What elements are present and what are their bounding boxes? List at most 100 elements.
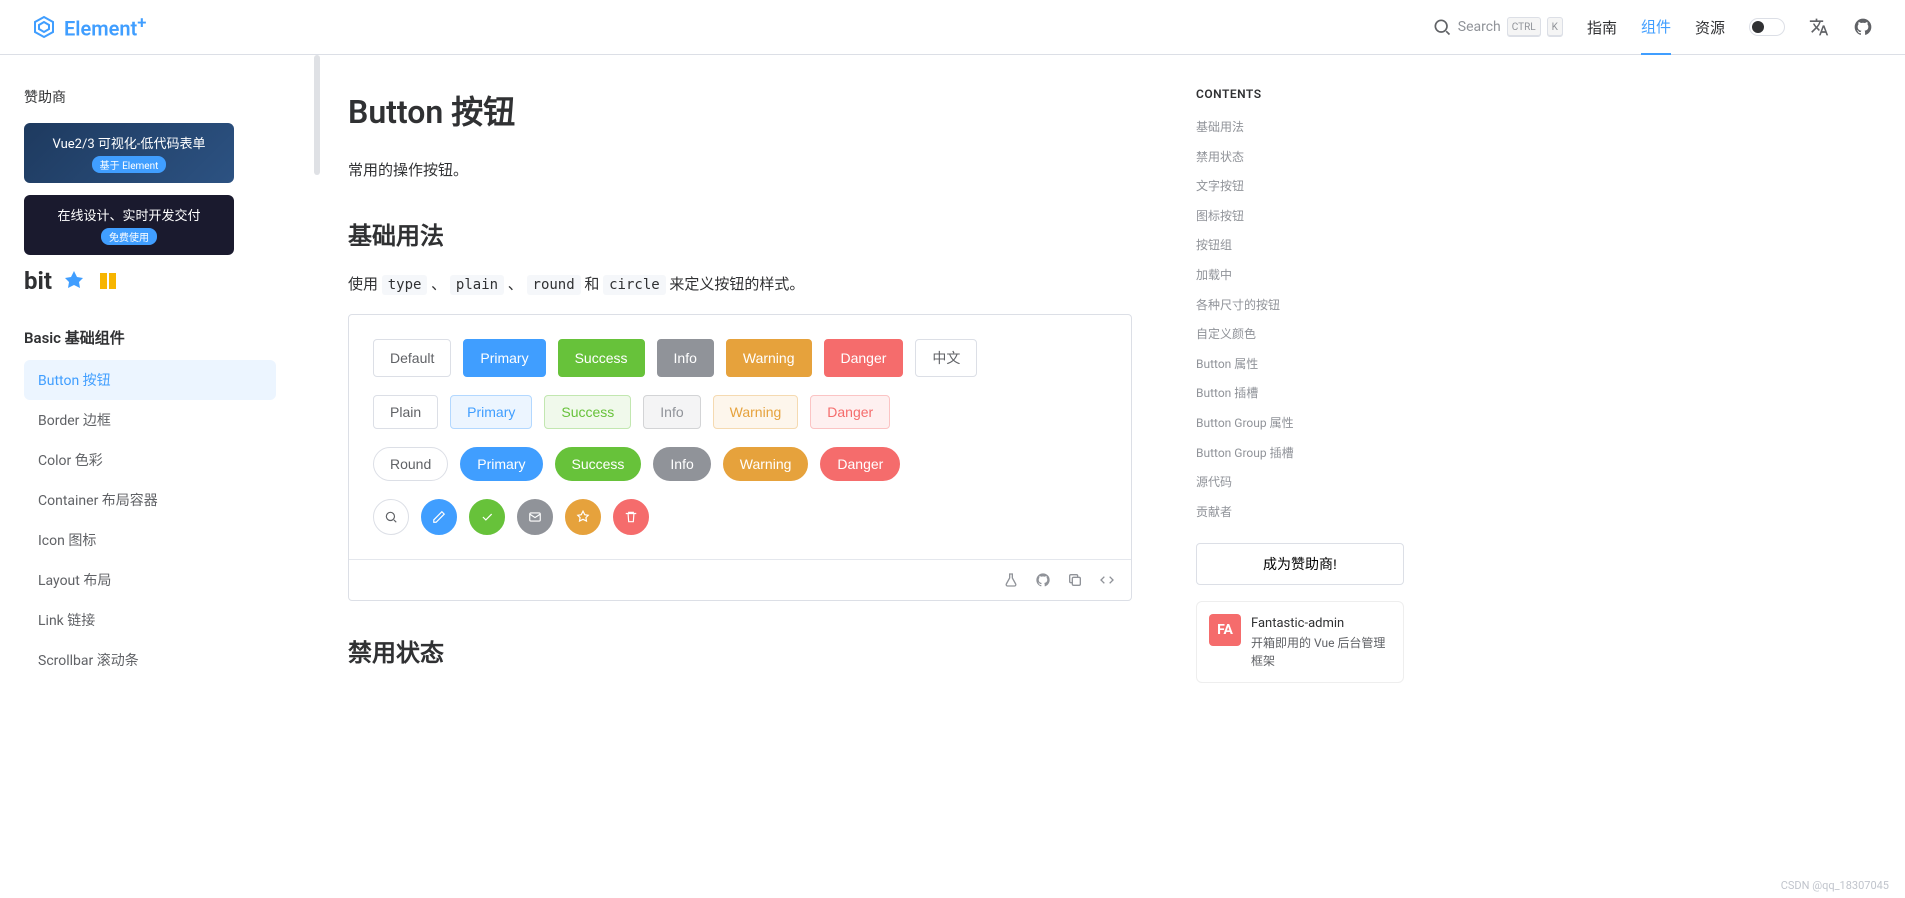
star-icon <box>576 510 590 524</box>
main-content: Button 按钮 常用的操作按钮。 基础用法 使用 type 、 plain … <box>300 55 1180 898</box>
btn-plain-danger[interactable]: Danger <box>810 395 890 429</box>
search-box[interactable]: Search CTRL K <box>1432 17 1563 37</box>
logo-text: Element <box>64 16 137 40</box>
sponsor-sub: 基于 Element <box>92 156 167 173</box>
btn-plain-primary[interactable]: Primary <box>450 395 532 429</box>
flask-icon[interactable] <box>1003 572 1019 588</box>
kbd-k: K <box>1547 17 1563 37</box>
btn-circle-check[interactable] <box>469 499 505 535</box>
btn-round-warning[interactable]: Warning <box>723 447 809 481</box>
btn-plain[interactable]: Plain <box>373 395 438 429</box>
btn-danger[interactable]: Danger <box>824 339 904 377</box>
button-row-default: Default Primary Success Info Warning Dan… <box>373 339 1107 377</box>
sidebar-item-icon[interactable]: Icon 图标 <box>24 520 276 560</box>
sponsor-sub: 免费使用 <box>101 228 157 245</box>
toc-link[interactable]: Button Group 插槽 <box>1196 439 1404 469</box>
btn-round-primary[interactable]: Primary <box>460 447 542 481</box>
sidebar-item-color[interactable]: Color 色彩 <box>24 440 276 480</box>
demo-box: Default Primary Success Info Warning Dan… <box>348 314 1132 601</box>
toc-link[interactable]: 按钮组 <box>1196 231 1404 261</box>
element-logo-icon <box>32 15 56 39</box>
sidebar-item-link[interactable]: Link 链接 <box>24 600 276 640</box>
section-disabled-title: 禁用状态 <box>348 633 1132 668</box>
demo-footer <box>349 559 1131 600</box>
toc-link[interactable]: 文字按钮 <box>1196 172 1404 202</box>
sponsor-row: bit <box>24 267 276 295</box>
header: Element+ Search CTRL K 指南 组件 资源 <box>0 0 1905 55</box>
btn-circle-search[interactable] <box>373 499 409 535</box>
github-icon[interactable] <box>1035 572 1051 588</box>
sponsor-icon-2[interactable] <box>96 269 120 293</box>
code-plain: plain <box>450 275 504 295</box>
sponsor-card-2[interactable]: 在线设计、实时开发交付 免费使用 <box>24 195 234 255</box>
btn-warning[interactable]: Warning <box>726 339 812 377</box>
btn-round-danger[interactable]: Danger <box>820 447 900 481</box>
toc-link[interactable]: 禁用状态 <box>1196 143 1404 173</box>
sponsor-title: 在线设计、实时开发交付 <box>57 205 200 224</box>
btn-info[interactable]: Info <box>657 339 714 377</box>
button-row-circle <box>373 499 1107 535</box>
sponsor-card-1[interactable]: Vue2/3 可视化-低代码表单 基于 Element <box>24 123 234 183</box>
sidebar-category: Basic 基础组件 <box>24 327 276 348</box>
github-icon[interactable] <box>1853 17 1873 37</box>
sponsor-title: Vue2/3 可视化-低代码表单 <box>53 133 206 152</box>
btn-cn[interactable]: 中文 <box>915 339 977 377</box>
fantastic-admin-card[interactable]: FA Fantastic-admin 开箱即用的 Vue 后台管理框架 <box>1196 601 1404 683</box>
toc-link[interactable]: Button 插槽 <box>1196 379 1404 409</box>
toc-link[interactable]: 图标按钮 <box>1196 202 1404 232</box>
btn-circle-delete[interactable] <box>613 499 649 535</box>
search-icon <box>384 510 398 524</box>
sponsor-icon-1[interactable] <box>62 269 86 293</box>
sidebar-item-container[interactable]: Container 布局容器 <box>24 480 276 520</box>
sidebar: 赞助商 Vue2/3 可视化-低代码表单 基于 Element 在线设计、实时开… <box>0 55 300 898</box>
toc-link[interactable]: Button 属性 <box>1196 350 1404 380</box>
search-icon <box>1432 17 1452 37</box>
btn-circle-edit[interactable] <box>421 499 457 535</box>
toc-link[interactable]: 各种尺寸的按钮 <box>1196 291 1404 321</box>
edit-icon <box>432 510 446 524</box>
bit-logo[interactable]: bit <box>24 267 52 295</box>
check-icon <box>480 510 494 524</box>
btn-plain-warning[interactable]: Warning <box>713 395 799 429</box>
button-row-round: Round Primary Success Info Warning Dange… <box>373 447 1107 481</box>
btn-circle-message[interactable] <box>517 499 553 535</box>
sidebar-item-layout[interactable]: Layout 布局 <box>24 560 276 600</box>
translate-icon[interactable] <box>1809 17 1829 37</box>
code-round: round <box>527 275 581 295</box>
toc-link[interactable]: 自定义颜色 <box>1196 320 1404 350</box>
nav-component[interactable]: 组件 <box>1641 0 1671 55</box>
delete-icon <box>624 510 638 524</box>
toc-link[interactable]: 贡献者 <box>1196 498 1404 528</box>
btn-plain-info[interactable]: Info <box>643 395 700 429</box>
sidebar-item-scrollbar[interactable]: Scrollbar 滚动条 <box>24 640 276 680</box>
toc-link[interactable]: 加载中 <box>1196 261 1404 291</box>
btn-primary[interactable]: Primary <box>463 339 545 377</box>
toc: CONTENTS 基础用法 禁用状态 文字按钮 图标按钮 按钮组 加载中 各种尺… <box>1180 55 1420 898</box>
become-sponsor-button[interactable]: 成为赞助商! <box>1196 543 1404 585</box>
code-icon[interactable] <box>1099 572 1115 588</box>
nav-guide[interactable]: 指南 <box>1587 1 1617 54</box>
toc-link[interactable]: 基础用法 <box>1196 113 1404 143</box>
toc-link[interactable]: Button Group 属性 <box>1196 409 1404 439</box>
scrollbar-thumb[interactable] <box>314 55 320 175</box>
toc-link[interactable]: 源代码 <box>1196 468 1404 498</box>
message-icon <box>528 510 542 524</box>
btn-default[interactable]: Default <box>373 339 451 377</box>
sidebar-item-border[interactable]: Border 边框 <box>24 400 276 440</box>
sidebar-item-button[interactable]: Button 按钮 <box>24 360 276 400</box>
toc-title: CONTENTS <box>1196 87 1404 101</box>
logo[interactable]: Element+ <box>32 14 146 41</box>
copy-icon[interactable] <box>1067 572 1083 588</box>
btn-plain-success[interactable]: Success <box>544 395 631 429</box>
btn-round[interactable]: Round <box>373 447 448 481</box>
code-type: type <box>382 275 428 295</box>
nav-resource[interactable]: 资源 <box>1695 1 1725 54</box>
btn-round-success[interactable]: Success <box>555 447 642 481</box>
code-circle: circle <box>603 275 666 295</box>
search-placeholder: Search <box>1458 19 1501 35</box>
btn-circle-star[interactable] <box>565 499 601 535</box>
btn-success[interactable]: Success <box>558 339 645 377</box>
theme-toggle[interactable] <box>1749 18 1785 36</box>
btn-round-info[interactable]: Info <box>653 447 710 481</box>
fa-icon: FA <box>1209 614 1241 646</box>
